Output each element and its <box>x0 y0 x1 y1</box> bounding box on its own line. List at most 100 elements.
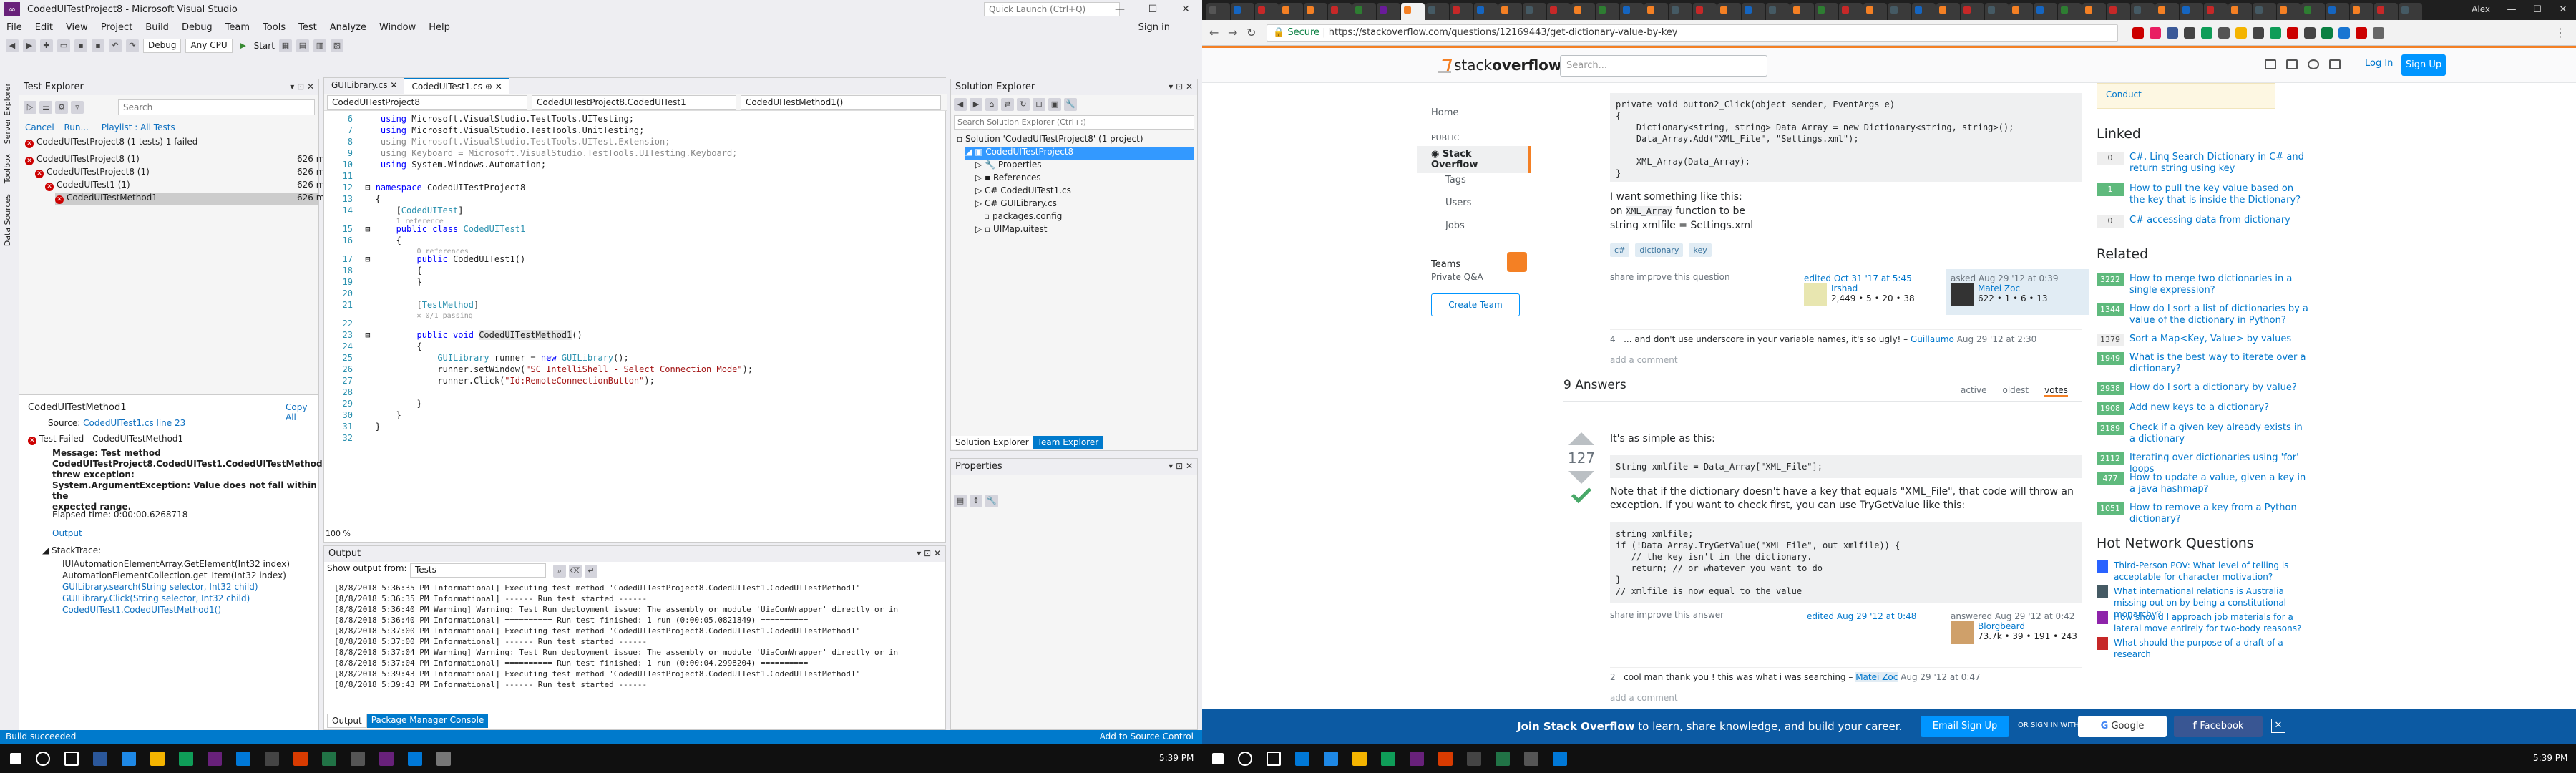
comment-user-link[interactable]: Guillaumo <box>1911 334 1954 344</box>
question-link[interactable]: Sort a Map<Key, Value> by values <box>2129 334 2308 345</box>
tab-guilibrary[interactable]: GUILibrary.cs ✕ <box>324 78 404 94</box>
url-input[interactable]: 🔒 Secure | https://stackoverflow.com/que… <box>1267 24 2118 42</box>
question-link[interactable]: Add new keys to a dictionary? <box>2129 402 2308 414</box>
question-link[interactable]: How to pull the key value based on the k… <box>2129 183 2308 206</box>
browser-tab[interactable] <box>1912 3 1936 20</box>
playlist-select[interactable]: Playlist : All Tests <box>102 122 175 132</box>
menu-analyze[interactable]: Analyze <box>323 22 373 33</box>
related-question[interactable]: 1051 How to remove a key from a Python di… <box>2097 502 2311 525</box>
class-nav-select[interactable]: CodedUITestProject8.CodedUITest1 <box>532 95 736 110</box>
solution-item[interactable]: ▫ Solution 'CodedUITestProject8' (1 proj… <box>957 134 1143 147</box>
hot-question[interactable]: What should the purpose of a draft of a … <box>2097 637 2311 660</box>
property-pages-icon[interactable]: 🔧 <box>985 495 998 507</box>
linked-question[interactable]: 0 C#, Linq Search Dictionary in C# and re… <box>2097 152 2311 175</box>
sort-tab-active[interactable]: active <box>1961 385 1986 397</box>
extension-icon[interactable] <box>2270 27 2281 39</box>
browser-tab[interactable] <box>2350 3 2373 20</box>
tree-row-selected[interactable]: ✕ CodedUITestMethod1 626 ms <box>55 193 329 205</box>
filter-icon[interactable]: ▿ <box>71 101 84 114</box>
browser-tab[interactable] <box>1231 3 1254 20</box>
extension-icon[interactable] <box>2150 27 2161 39</box>
sort-tab-votes[interactable]: votes <box>2044 385 2068 397</box>
tree-row[interactable]: ✕ CodedUITestProject8 (1) 626 ms <box>35 167 329 180</box>
menu-file[interactable]: File <box>0 22 29 33</box>
forward-icon[interactable]: ▶ <box>23 39 36 52</box>
file-explorer-icon[interactable] <box>1352 752 1367 766</box>
browser-tab[interactable] <box>2009 3 2033 20</box>
menu-test[interactable]: Test <box>292 22 323 33</box>
tree-row[interactable]: ✕ CodedUITestProject8 (1) 626 ms <box>25 154 329 167</box>
browser-tab[interactable] <box>1961 3 1984 20</box>
configuration-select[interactable]: Debug <box>143 39 182 53</box>
taskbar-app-icon[interactable] <box>1524 752 1538 766</box>
back-icon[interactable]: ◀ <box>954 98 967 111</box>
toolbar-misc-icon[interactable]: ▥ <box>313 39 326 52</box>
undo-icon[interactable]: ↶ <box>109 39 122 52</box>
reload-icon[interactable]: ↻ <box>1246 26 1256 39</box>
open-icon[interactable]: ▭ <box>57 39 70 52</box>
inbox-icon[interactable] <box>2265 59 2276 69</box>
question-link[interactable]: C#, Linq Search Dictionary in C# and ret… <box>2129 152 2308 175</box>
project-item[interactable]: ◢ ▣ CodedUITestProject8 <box>965 147 1194 160</box>
log-in-link[interactable]: Log In <box>2365 58 2393 69</box>
tab-package-manager-console[interactable]: Package Manager Console <box>366 714 489 728</box>
menu-build[interactable]: Build <box>139 22 175 33</box>
sign-up-button[interactable]: Sign Up <box>2401 54 2446 76</box>
achievements-icon[interactable] <box>2286 59 2298 69</box>
browser-tab[interactable] <box>2326 3 2349 20</box>
toolbar-misc-icon[interactable]: ▦ <box>278 39 292 52</box>
close-banner-icon[interactable]: ✕ <box>2271 719 2285 733</box>
toolbar-misc-icon[interactable]: ▤ <box>296 39 309 52</box>
settings-icon[interactable]: ⚙ <box>55 101 68 114</box>
tree-item[interactable]: ▫ packages.config <box>984 211 1062 224</box>
nav-jobs[interactable]: Jobs <box>1445 220 1465 231</box>
browser-tab[interactable] <box>2034 3 2057 20</box>
show-all-icon[interactable]: ▣ <box>1048 98 1061 111</box>
browser-tab[interactable] <box>2155 3 2179 20</box>
related-question[interactable]: 1379 Sort a Map<Key, Value> by values <box>2097 334 2311 346</box>
start-menu-icon[interactable] <box>1212 753 1224 764</box>
browser-tab[interactable] <box>2131 3 2155 20</box>
taskbar-app-icon[interactable] <box>408 752 422 766</box>
maximize-icon[interactable]: ☐ <box>1136 0 1169 19</box>
taskbar-app-icon[interactable] <box>1438 752 1453 766</box>
tree-item[interactable]: ▷ 🔧 Properties <box>975 160 1041 172</box>
browser-tab[interactable] <box>1352 3 1376 20</box>
extension-icon[interactable] <box>2235 27 2247 39</box>
browser-tab[interactable] <box>1717 3 1741 20</box>
question-link[interactable]: Third-Person POV: What level of telling … <box>2114 560 2307 583</box>
browser-tab[interactable] <box>1742 3 1765 20</box>
email-sign-up-button[interactable]: Email Sign Up <box>1921 716 2009 737</box>
browser-tab[interactable] <box>2058 3 2082 20</box>
related-question[interactable]: 1949 What is the best way to iterate over… <box>2097 352 2311 375</box>
menu-help[interactable]: Help <box>422 22 457 33</box>
browser-tab[interactable] <box>1498 3 1522 20</box>
user-link[interactable]: Irshad <box>1831 283 1858 293</box>
nav-users[interactable]: Users <box>1445 198 1471 208</box>
question-link[interactable]: What should the purpose of a draft of a … <box>2114 637 2307 660</box>
tree-item[interactable]: ▷ ▪ References <box>975 172 1041 185</box>
forward-icon[interactable]: → <box>1228 26 1237 39</box>
browser-tab[interactable] <box>2082 3 2106 20</box>
forward-icon[interactable]: ▶ <box>970 98 982 111</box>
refresh-icon[interactable]: ↻ <box>1017 98 1030 111</box>
answer-actions[interactable]: share improve this answer <box>1610 610 1724 620</box>
browser-tab[interactable] <box>1863 3 1887 20</box>
stacktrace-link[interactable]: CodedUITest1.CodedUITestMethod1() <box>62 604 290 616</box>
browser-tab[interactable] <box>1815 3 1838 20</box>
browser-tab[interactable] <box>1644 3 1668 20</box>
tag-dictionary[interactable]: dictionary <box>1635 243 1684 257</box>
browser-tab[interactable] <box>1839 3 1863 20</box>
browser-tab[interactable] <box>1596 3 1619 20</box>
run-link[interactable]: Run... <box>64 122 88 132</box>
menu-window[interactable]: Window <box>373 22 422 33</box>
google-sign-in-button[interactable]: G Google <box>2078 716 2167 737</box>
menu-edit[interactable]: Edit <box>29 22 59 33</box>
menu-view[interactable]: View <box>59 22 94 33</box>
toolbox-tab[interactable]: Toolbox <box>3 154 12 183</box>
upvote-icon[interactable] <box>1568 432 1594 445</box>
pin-icon[interactable]: ⊕ <box>485 82 492 92</box>
tag-csharp[interactable]: c# <box>1610 243 1630 257</box>
close-icon[interactable]: ✕ <box>390 80 397 90</box>
extension-icon[interactable] <box>2253 27 2264 39</box>
